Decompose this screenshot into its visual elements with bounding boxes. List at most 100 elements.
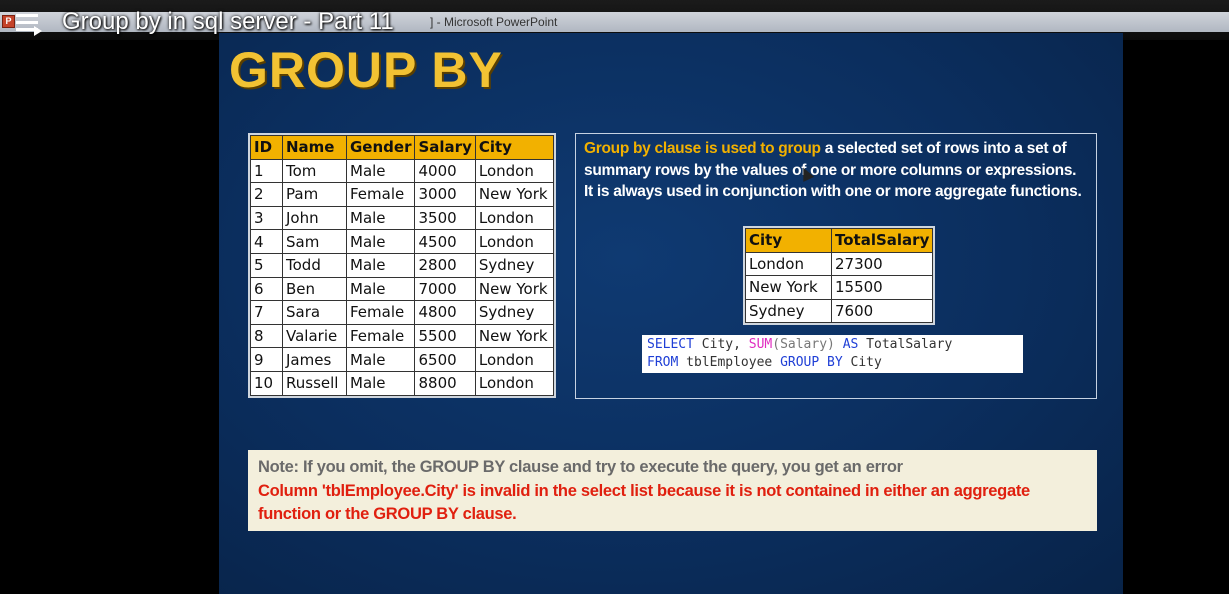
- slide: GROUP BY ID Name Gender Salary City 1 Tom…: [219, 33, 1123, 594]
- header-cell: Gender: [345, 135, 416, 160]
- employee-table-cell: Ben: [282, 276, 347, 302]
- employee-table-cell: 2800: [414, 252, 476, 278]
- employee-table-cell: 8: [250, 323, 283, 349]
- slide-title: GROUP BY: [229, 42, 503, 98]
- employee-table-cell: 9: [250, 347, 283, 372]
- employee-table-row: 7 Sara Female 4800 Sydney: [250, 300, 554, 325]
- header-cell: Name: [282, 135, 347, 160]
- sql-keyword: GROUP BY: [780, 355, 843, 370]
- sql-text: tblEmployee: [678, 355, 781, 370]
- employee-table-cell: Male: [345, 347, 416, 372]
- employee-table-cell: New York: [474, 323, 554, 349]
- note-text: Note: If you omit, the GROUP BY clause a…: [258, 458, 903, 476]
- employee-table-cell: Sara: [282, 300, 347, 325]
- employee-table-cell: 6: [250, 276, 283, 302]
- employee-table-cell: 5: [250, 252, 283, 278]
- employee-table-cell: 7000: [414, 276, 476, 302]
- employee-table-cell: 8800: [414, 370, 476, 396]
- video-title[interactable]: Group by in sql server - Part 11: [62, 8, 394, 36]
- employee-table-cell: New York: [474, 182, 554, 207]
- employee-table-cell: London: [474, 205, 554, 231]
- sql-text: City,: [693, 337, 749, 352]
- employee-table-cell: Male: [345, 370, 416, 396]
- employee-table-cell: Male: [345, 205, 416, 231]
- employee-table-cell: 4500: [414, 229, 476, 254]
- employee-table-row: 10 Russell Male 8800 London: [250, 370, 554, 396]
- employee-table-header: ID Name Gender Salary City: [250, 135, 554, 160]
- employee-table-cell: 3000: [414, 182, 476, 207]
- employee-table-cell: Male: [345, 229, 416, 254]
- header-cell: ID: [250, 135, 283, 160]
- sql-query: SELECT City, SUM(Salary) AS TotalSalary …: [642, 335, 1023, 373]
- employee-table-cell: 6500: [414, 347, 476, 372]
- employee-table-cell: Tom: [282, 158, 347, 184]
- playlist-menu-icon[interactable]: [16, 14, 44, 36]
- summary-table-cell: 27300: [830, 251, 934, 276]
- employee-table-cell: 10: [250, 370, 283, 396]
- employee-table-cell: 4800: [414, 300, 476, 325]
- employee-table-cell: Russell: [282, 370, 347, 396]
- error-message: Column 'tblEmployee.City' is invalid in …: [258, 481, 1030, 524]
- employee-table: ID Name Gender Salary City 1 Tom Male 4000 L…: [248, 133, 556, 398]
- employee-table-cell: Sydney: [474, 252, 554, 278]
- employee-table-row: 5 Todd Male 2800 Sydney: [250, 252, 554, 278]
- header-cell: City: [745, 228, 832, 253]
- sql-text: TotalSalary: [858, 337, 953, 352]
- employee-table-cell: London: [474, 370, 554, 396]
- employee-table-cell: 1: [250, 158, 283, 184]
- employee-table-row: 8 Valarie Female 5500 New York: [250, 323, 554, 349]
- employee-table-cell: 4000: [414, 158, 476, 184]
- employee-table-cell: 5500: [414, 323, 476, 349]
- employee-table-cell: Female: [345, 323, 416, 349]
- employee-table-cell: 3500: [414, 205, 476, 231]
- employee-table-cell: Pam: [282, 182, 347, 207]
- sql-keyword: AS: [842, 337, 859, 352]
- summary-table-cell: New York: [745, 275, 832, 300]
- employee-table-cell: Sam: [282, 229, 347, 254]
- employee-table-cell: Male: [345, 158, 416, 184]
- sql-keyword: FROM: [647, 355, 679, 370]
- employee-table-cell: 7: [250, 300, 283, 325]
- sql-text: City: [842, 355, 882, 370]
- employee-table-cell: Male: [345, 252, 416, 278]
- summary-table-cell: 15500: [830, 275, 934, 300]
- employee-table-cell: Female: [345, 182, 416, 207]
- employee-table-cell: John: [282, 205, 347, 231]
- powerpoint-window-caption: ] - Microsoft PowerPoint: [430, 15, 558, 29]
- employee-table-row: 3 John Male 3500 London: [250, 205, 554, 231]
- employee-table-row: 2 Pam Female 3000 New York: [250, 182, 554, 207]
- employee-table-cell: Female: [345, 300, 416, 325]
- note-box: Note: If you omit, the GROUP BY clause a…: [248, 450, 1097, 531]
- description-text: Group by clause is used to group a selec…: [584, 138, 1084, 203]
- employee-table-cell: Sydney: [474, 300, 554, 325]
- sql-text: (Salary): [772, 337, 843, 352]
- header-cell: Salary: [414, 135, 476, 160]
- summary-table-cell: 7600: [830, 298, 934, 323]
- employee-table-cell: Male: [345, 276, 416, 302]
- employee-table-row: 1 Tom Male 4000 London: [250, 158, 554, 184]
- summary-table-cell: London: [745, 251, 832, 276]
- summary-table-header: City TotalSalary: [745, 228, 934, 253]
- employee-table-cell: 3: [250, 205, 283, 231]
- employee-table-row: 9 James Male 6500 London: [250, 347, 554, 372]
- header-cell: City: [474, 135, 554, 160]
- summary-table-cell: Sydney: [745, 298, 832, 323]
- employee-table-cell: London: [474, 158, 554, 184]
- employee-table-row: 4 Sam Male 4500 London: [250, 229, 554, 254]
- employee-table-cell: London: [474, 347, 554, 372]
- summary-table-row: Sydney 7600: [745, 298, 934, 323]
- description-highlight: Group by clause is used to group: [584, 140, 821, 157]
- employee-table-cell: 4: [250, 229, 283, 254]
- employee-table-cell: 2: [250, 182, 283, 207]
- employee-table-cell: James: [282, 347, 347, 372]
- powerpoint-app-icon: P: [2, 15, 15, 28]
- sql-keyword: SELECT: [647, 337, 694, 352]
- sql-function: SUM: [748, 337, 773, 352]
- employee-table-cell: Todd: [282, 252, 347, 278]
- summary-table: City TotalSalary London 27300 New York 1550…: [743, 226, 936, 325]
- description-box: Group by clause is used to group a selec…: [575, 133, 1097, 399]
- employee-table-row: 6 Ben Male 7000 New York: [250, 276, 554, 302]
- summary-table-row: London 27300: [745, 251, 934, 276]
- employee-table-cell: Valarie: [282, 323, 347, 349]
- employee-table-cell: New York: [474, 276, 554, 302]
